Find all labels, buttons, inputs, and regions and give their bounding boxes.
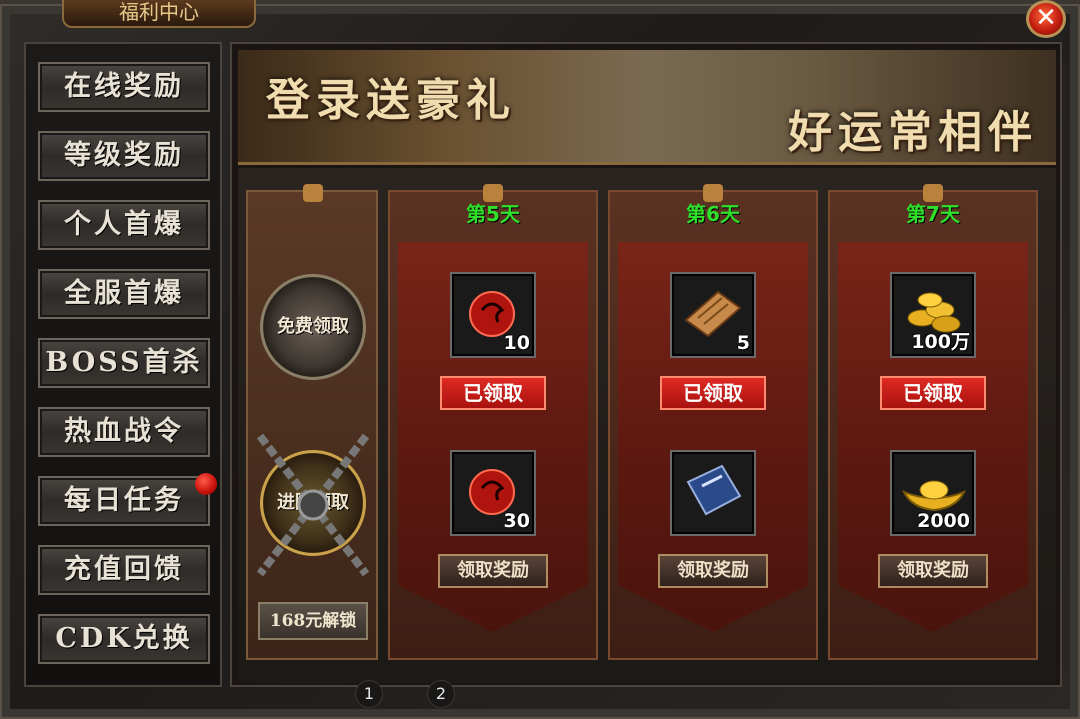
reward-slot-free[interactable]: 5: [670, 272, 756, 358]
claimed-badge: 已领取: [660, 376, 766, 410]
item-quantity: 5: [736, 332, 750, 354]
login-banner: 登录送豪礼 好运常相伴: [238, 50, 1056, 165]
claim-reward-button[interactable]: 领取奖励: [658, 554, 768, 588]
claimed-badge: 已领取: [880, 376, 986, 410]
claim-reward-button[interactable]: 领取奖励: [878, 554, 988, 588]
item-quantity: 30: [503, 510, 530, 532]
item-quantity: 10: [503, 332, 530, 354]
sidebar-item-personal-first-drop[interactable]: 个人首爆: [38, 200, 210, 250]
sidebar-item-cdk-exchange[interactable]: CDK兑换: [38, 614, 210, 664]
advanced-claim-medal: 进阶领取: [260, 450, 366, 556]
claim-reward-button[interactable]: 领取奖励: [438, 554, 548, 588]
page-indicator-1[interactable]: 1: [355, 680, 383, 708]
sidebar-item-server-first-drop[interactable]: 全服首爆: [38, 269, 210, 319]
sidebar-item-level-reward[interactable]: 等级奖励: [38, 131, 210, 181]
sidebar-item-boss-first-kill[interactable]: BOSS首杀: [38, 338, 210, 388]
hook-ornament: [303, 184, 323, 202]
day-label: 第7天: [906, 202, 960, 226]
main-panel: 登录送豪礼 好运常相伴 免费领取 进阶领取 168元解锁 第5天 10 已领取 …: [230, 42, 1062, 687]
blue-book-icon: [686, 464, 742, 516]
banner-title-left: 登录送豪礼: [266, 75, 516, 126]
sidebar-item-daily-task[interactable]: 每日任务: [38, 476, 210, 526]
day-column-7: 第7天 100万 已领取 2000 领取奖励: [828, 184, 1038, 660]
item-quantity: 2000: [917, 510, 970, 532]
reward-slot-paid[interactable]: 2000: [890, 450, 976, 536]
sidebar: 在线奖励 等级奖励 个人首爆 全服首爆 BOSS首杀 热血战令 每日任务 充值回…: [24, 42, 222, 687]
sidebar-item-recharge-feedback[interactable]: 充值回馈: [38, 545, 210, 595]
free-claim-medal: 免费领取: [260, 274, 366, 380]
unlock-168-button[interactable]: 168元解锁: [258, 602, 368, 640]
window-title: 福利中心: [62, 0, 256, 28]
notification-dot: [195, 473, 217, 495]
sidebar-item-online-reward[interactable]: 在线奖励: [38, 62, 210, 112]
page-indicator-2[interactable]: 2: [427, 680, 455, 708]
close-icon: ✕: [1035, 3, 1057, 33]
reward-slot-paid[interactable]: [670, 450, 756, 536]
day-column-5: 第5天 10 已领取 30 领取奖励: [388, 184, 598, 660]
close-button[interactable]: ✕: [1026, 0, 1066, 38]
reward-slot-paid[interactable]: 30: [450, 450, 536, 536]
claimed-badge: 已领取: [440, 376, 546, 410]
day-label: 第5天: [466, 202, 520, 226]
sidebar-item-battle-pass[interactable]: 热血战令: [38, 407, 210, 457]
day-column-6: 第6天 5 已领取 领取奖励: [608, 184, 818, 660]
tier-column: 免费领取 进阶领取 168元解锁: [246, 184, 378, 660]
reward-content: 免费领取 进阶领取 168元解锁 第5天 10 已领取 30 领取奖励 第6天 …: [238, 168, 1056, 683]
item-quantity: 100万: [911, 331, 970, 353]
day-label: 第6天: [686, 202, 740, 226]
reward-slot-free[interactable]: 100万: [890, 272, 976, 358]
banner-title-right: 好运常相伴: [788, 107, 1038, 158]
reward-slot-free[interactable]: 10: [450, 272, 536, 358]
